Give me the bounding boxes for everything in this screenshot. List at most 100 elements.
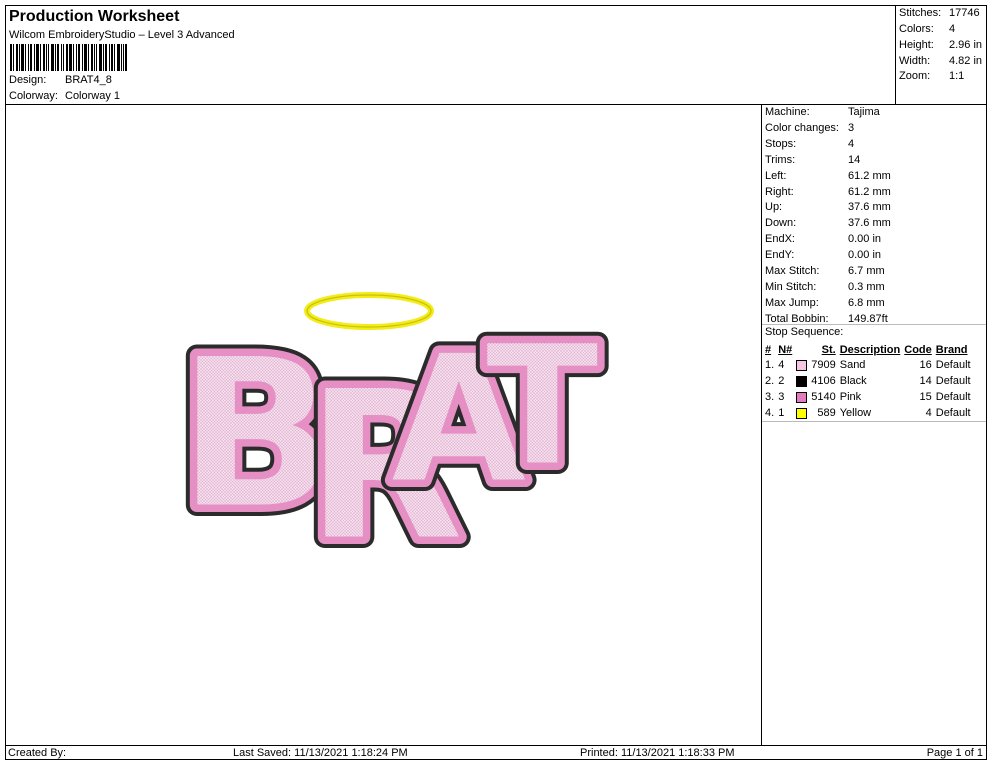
width-label: Width: [899, 55, 931, 67]
info-label: Up: [765, 201, 783, 214]
info-value: Tajima [848, 106, 880, 118]
divider [762, 421, 986, 422]
embroidery-design: B B B R R R A A A T T T [167, 292, 610, 597]
worksheet-title: Production Worksheet [9, 8, 180, 25]
stitches-value: 17746 [949, 7, 980, 19]
machine-info-row: Stops: 4 [765, 138, 854, 150]
stop-number: 3. [765, 391, 775, 403]
design-preview: B B B R R R A A A T T T [5, 104, 762, 746]
last-saved: Last Saved: 11/13/2021 1:18:24 PM [233, 747, 408, 759]
info-value: 61.2 mm [848, 185, 891, 198]
thread-brand: Default [935, 359, 971, 371]
machine-info-row: Total Bobbin: 149.87ft [765, 313, 888, 325]
machine-info-row: EndX: 0.00 in [765, 233, 881, 245]
thread-code: 16 [919, 359, 932, 371]
stitch-count: 4106 [811, 375, 836, 387]
info-label: Left: [765, 169, 787, 182]
height-row: Height: 2.96 in [899, 39, 987, 51]
stop-sequence-title: Stop Sequence: [765, 326, 844, 338]
stop-number: 4. [765, 407, 775, 419]
zoom-row: Zoom: 1:1 [899, 70, 987, 82]
info-value: 6.7 mm [848, 265, 885, 277]
info-value: 0.3 mm [848, 280, 885, 293]
colors-row: Colors: 4 [899, 23, 987, 35]
machine-info-row: Left: 61.2 mm [765, 170, 891, 182]
info-label: EndX: [765, 233, 795, 246]
info-value: 14 [848, 153, 861, 166]
stitch-count: 5140 [811, 391, 836, 403]
thread-code: 15 [919, 391, 932, 403]
colorway-value: Colorway 1 [65, 90, 121, 102]
summary-box: Stitches: 17746 Colors: 4 Height: 2.96 in W… [895, 5, 987, 105]
zoom-label: Zoom: [899, 70, 931, 82]
info-label: Total Bobbin: [765, 312, 829, 325]
machine-info-row: Up: 37.6 mm [765, 201, 891, 213]
design-value: BRAT4_8 [65, 74, 112, 86]
needle-number: 3 [778, 391, 785, 403]
divider [762, 324, 986, 325]
info-label: Max Stitch: [765, 265, 820, 277]
stop-sequence-row: 2. 2 4106 Black 14 Default [763, 373, 973, 389]
width-row: Width: 4.82 in [899, 55, 987, 67]
design-row: Design: BRAT4_8 [9, 74, 112, 86]
info-value: 61.2 mm [848, 169, 891, 182]
info-label: Machine: [765, 106, 810, 118]
zoom-value: 1:1 [949, 70, 965, 82]
machine-info-row: Min Stitch: 0.3 mm [765, 281, 885, 293]
page-number: Page 1 of 1 [926, 747, 983, 759]
width-value: 4.82 in [949, 55, 983, 67]
info-value: 3 [848, 121, 855, 134]
stitch-count: 7909 [811, 359, 836, 371]
info-label: Max Jump: [765, 296, 819, 309]
height-value: 2.96 in [949, 39, 983, 51]
letter-t-fill: T [486, 310, 599, 502]
worksheet-footer: Created By: Last Saved: 11/13/2021 1:18:… [5, 745, 987, 760]
stop-sequence-table: # N# St. Description Code Brand 1. 4 7909 S… [763, 342, 973, 421]
stitches-row: Stitches: 17746 [899, 7, 987, 19]
info-value: 4 [848, 137, 855, 150]
info-label: Color changes: [765, 121, 839, 134]
needle-number: 2 [778, 375, 785, 387]
machine-info-panel: Machine: Tajima Color changes: 3 Stops: 4 Trim… [761, 104, 987, 746]
halo-ring-edge [306, 294, 432, 328]
barcode [10, 44, 127, 71]
colors-value: 4 [949, 23, 956, 35]
software-name: Wilcom EmbroideryStudio – Level 3 Advanc… [9, 29, 235, 41]
thread-code: 14 [919, 375, 932, 387]
col-brand: Brand [935, 343, 968, 356]
machine-info-row: Color changes: 3 [765, 122, 854, 134]
stitch-count: 589 [817, 407, 836, 419]
info-label: Down: [765, 217, 797, 230]
stop-sequence-row: 3. 3 5140 Pink 15 Default [763, 389, 973, 405]
info-label: Stops: [765, 137, 797, 150]
stop-number: 2. [765, 375, 775, 387]
info-label: Trims: [765, 153, 796, 166]
col-number: # [765, 343, 772, 356]
col-code: Code [904, 343, 932, 356]
thread-code: 4 [925, 407, 932, 419]
needle-number: 1 [778, 407, 785, 419]
info-value: 6.8 mm [848, 296, 885, 309]
stop-sequence-row: 4. 1 589 Yellow 4 Default [763, 405, 973, 421]
info-label: EndY: [765, 249, 795, 262]
stitches-label: Stitches: [899, 7, 942, 19]
thread-description: Sand [839, 359, 866, 371]
info-label: Right: [765, 185, 794, 198]
thread-description: Pink [839, 391, 862, 403]
machine-info-row: Max Stitch: 6.7 mm [765, 265, 885, 277]
col-stitches: St. [821, 343, 836, 356]
info-value: 0.00 in [848, 233, 882, 246]
stop-sequence-row: 1. 4 7909 Sand 16 Default [763, 357, 973, 373]
stop-sequence-header-row: # N# St. Description Code Brand [763, 342, 973, 357]
color-swatch [794, 389, 809, 405]
info-label: Min Stitch: [765, 280, 817, 293]
design-label: Design: [9, 74, 47, 86]
colorway-label: Colorway: [9, 90, 58, 102]
info-value: 37.6 mm [848, 217, 891, 230]
colors-label: Colors: [899, 23, 934, 35]
machine-info-row: EndY: 0.00 in [765, 249, 881, 261]
col-swatch [794, 342, 809, 357]
color-swatch [794, 405, 809, 421]
info-value: 0.00 in [848, 249, 882, 262]
info-value: 37.6 mm [848, 201, 891, 214]
